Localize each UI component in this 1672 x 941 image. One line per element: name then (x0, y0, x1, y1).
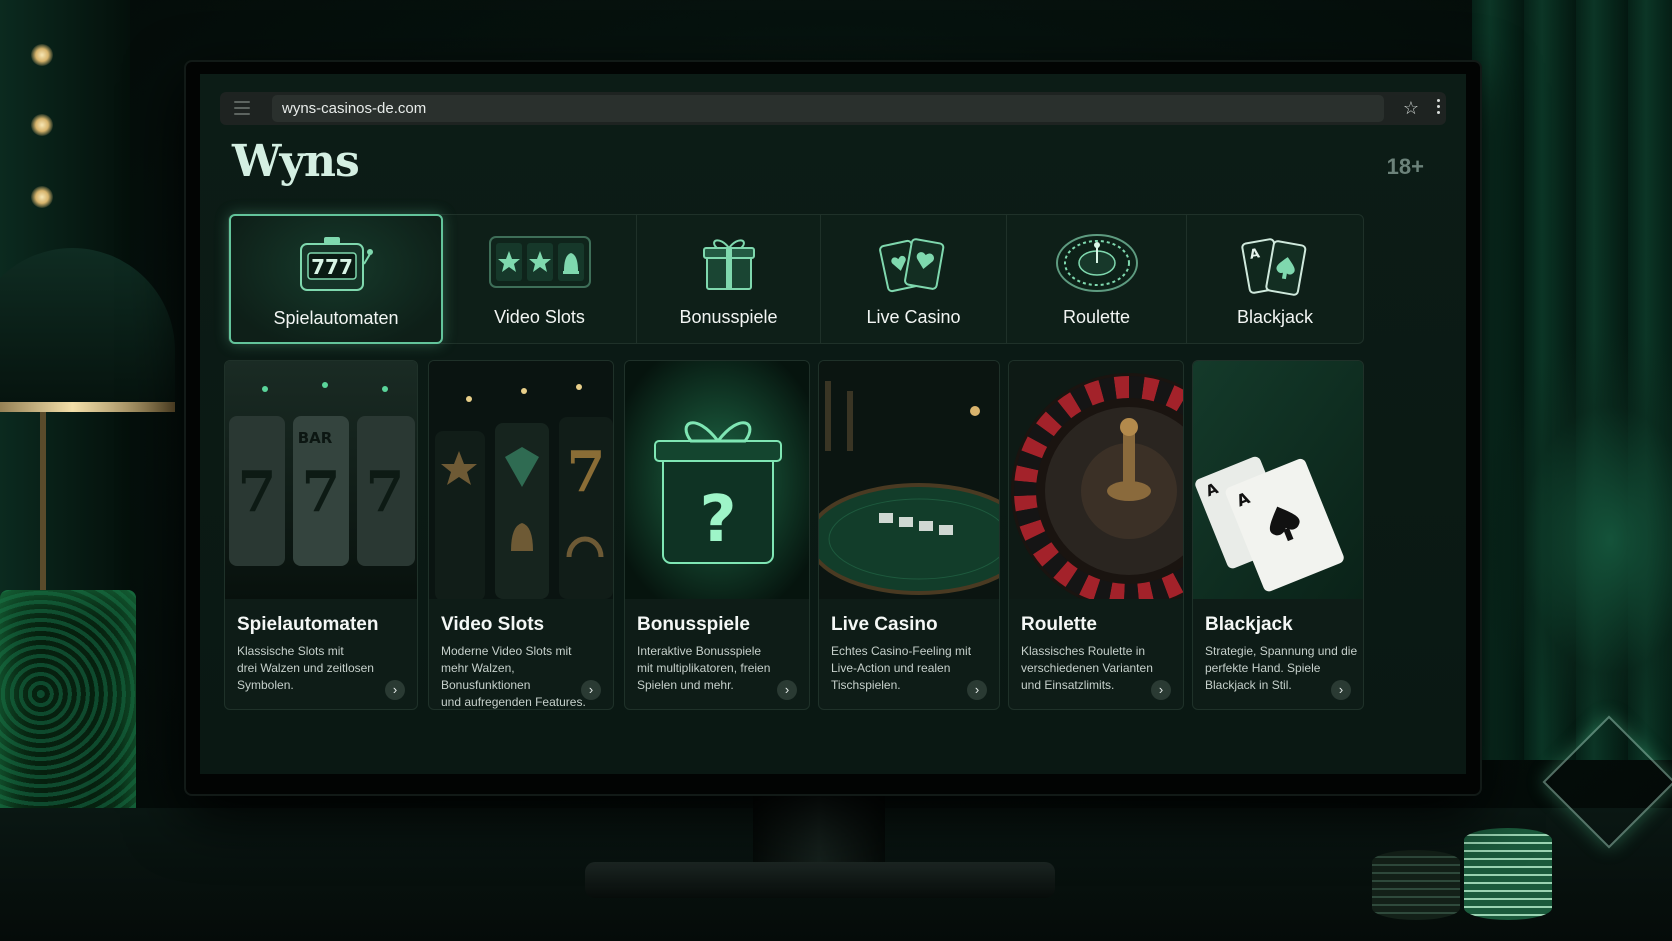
tab-spielautomaten[interactable]: 777 Spielautomaten (229, 214, 443, 344)
string-light-bulb (31, 44, 53, 66)
tab-label: Roulette (1062, 307, 1131, 327)
svg-text:7: 7 (238, 459, 277, 525)
svg-text:7: 7 (567, 439, 606, 505)
card-title: Video Slots (441, 614, 545, 635)
monitor: wyns-casinos-de.com ☆ Wyns 18+ 777 Spiel… (186, 62, 1480, 794)
chevron-right-icon[interactable]: › (581, 680, 601, 700)
card-bonusspiele[interactable]: ? Bonusspiele Interaktive Bonusspiele mi… (624, 360, 810, 710)
chevron-right-icon[interactable]: › (1151, 680, 1171, 700)
card-spielautomaten[interactable]: BAR 7 7 7 Spielautomaten Klassische Slot… (224, 360, 418, 710)
browser-toolbar: wyns-casinos-de.com ☆ (220, 92, 1446, 125)
string-light-bulb (31, 186, 53, 208)
chevron-right-icon[interactable]: › (777, 680, 797, 700)
tab-live-casino[interactable]: Live Casino (821, 215, 1007, 343)
tab-blackjack[interactable]: A Blackjack (1187, 215, 1363, 343)
site-logo[interactable]: Wyns (232, 136, 360, 187)
bookmark-star-icon[interactable]: ☆ (1401, 98, 1421, 118)
desk-lamp (0, 248, 175, 408)
card-live-casino[interactable]: Live Casino Echtes Casino-Feeling mit Li… (818, 360, 1000, 710)
tab-label: Bonusspiele (679, 307, 778, 327)
card-title: Bonusspiele (637, 614, 750, 635)
address-bar[interactable]: wyns-casinos-de.com (272, 95, 1384, 122)
string-light-bulb (31, 114, 53, 136)
more-options-icon[interactable] (1431, 99, 1445, 119)
background-plant (1472, 330, 1672, 750)
tab-label: Video Slots (494, 307, 585, 327)
poker-chips (1372, 815, 1572, 920)
video-slot-image: 7 (429, 361, 613, 599)
playing-cards-icon (878, 233, 950, 295)
card-description: Interaktive Bonusspiele mit multiplikato… (637, 644, 771, 692)
category-tabs: 777 Spielautomaten Video Slots Bonusspie… (228, 214, 1364, 344)
gift-icon (699, 233, 759, 293)
monitor-stand-neck (753, 788, 885, 868)
game-cards: BAR 7 7 7 Spielautomaten Klassische Slot… (224, 360, 1364, 712)
mystery-gift-image: ? (625, 361, 809, 599)
tab-video-slots[interactable]: Video Slots (443, 215, 637, 343)
desk-lamp-pole (40, 412, 46, 592)
slot-reels-image: BAR 7 7 7 (225, 361, 417, 599)
desk-lamp-rim (0, 402, 175, 412)
ace-cards-icon: A (1240, 233, 1310, 297)
chevron-right-icon[interactable]: › (967, 680, 987, 700)
age-restriction-badge: 18+ (1386, 154, 1424, 179)
tab-label: Spielautomaten (273, 308, 399, 328)
roulette-wheel-icon (1055, 233, 1139, 293)
card-description: Moderne Video Slots mit mehr Walzen, Bon… (441, 644, 586, 709)
menu-icon[interactable] (234, 101, 250, 115)
svg-text:BAR: BAR (298, 429, 333, 447)
tab-label: Live Casino (866, 307, 961, 327)
svg-text:7: 7 (366, 459, 405, 525)
slot-machine-icon: 777 (298, 234, 374, 294)
roulette-wheel-image (1009, 361, 1183, 599)
card-blackjack[interactable]: A A Blackjack Strategie, Spannung und di… (1192, 360, 1364, 710)
card-title: Live Casino (831, 614, 938, 635)
card-roulette[interactable]: Roulette Klassisches Roulette in verschi… (1008, 360, 1184, 710)
card-title: Spielautomaten (237, 614, 379, 635)
live-casino-image (819, 361, 999, 599)
video-slots-icon (488, 233, 592, 291)
tab-label: Blackjack (1236, 307, 1314, 327)
svg-text:777: 777 (311, 255, 353, 279)
blackjack-cards-image: A A (1193, 361, 1363, 599)
card-video-slots[interactable]: 7 Video Slots Moderne Video Slots mit me… (428, 360, 614, 710)
card-title: Roulette (1021, 614, 1097, 635)
chevron-right-icon[interactable]: › (1331, 680, 1351, 700)
tab-roulette[interactable]: Roulette (1007, 215, 1187, 343)
svg-text:?: ? (699, 483, 736, 557)
chevron-right-icon[interactable]: › (385, 680, 405, 700)
monitor-stand-base (585, 862, 1055, 898)
tab-bonusspiele[interactable]: Bonusspiele (637, 215, 821, 343)
card-description: Klassische Slots mit drei Walzen und zei… (237, 644, 374, 692)
card-title: Blackjack (1205, 614, 1293, 635)
svg-text:7: 7 (302, 459, 341, 525)
browser-window: wyns-casinos-de.com ☆ Wyns 18+ 777 Spiel… (200, 74, 1466, 774)
